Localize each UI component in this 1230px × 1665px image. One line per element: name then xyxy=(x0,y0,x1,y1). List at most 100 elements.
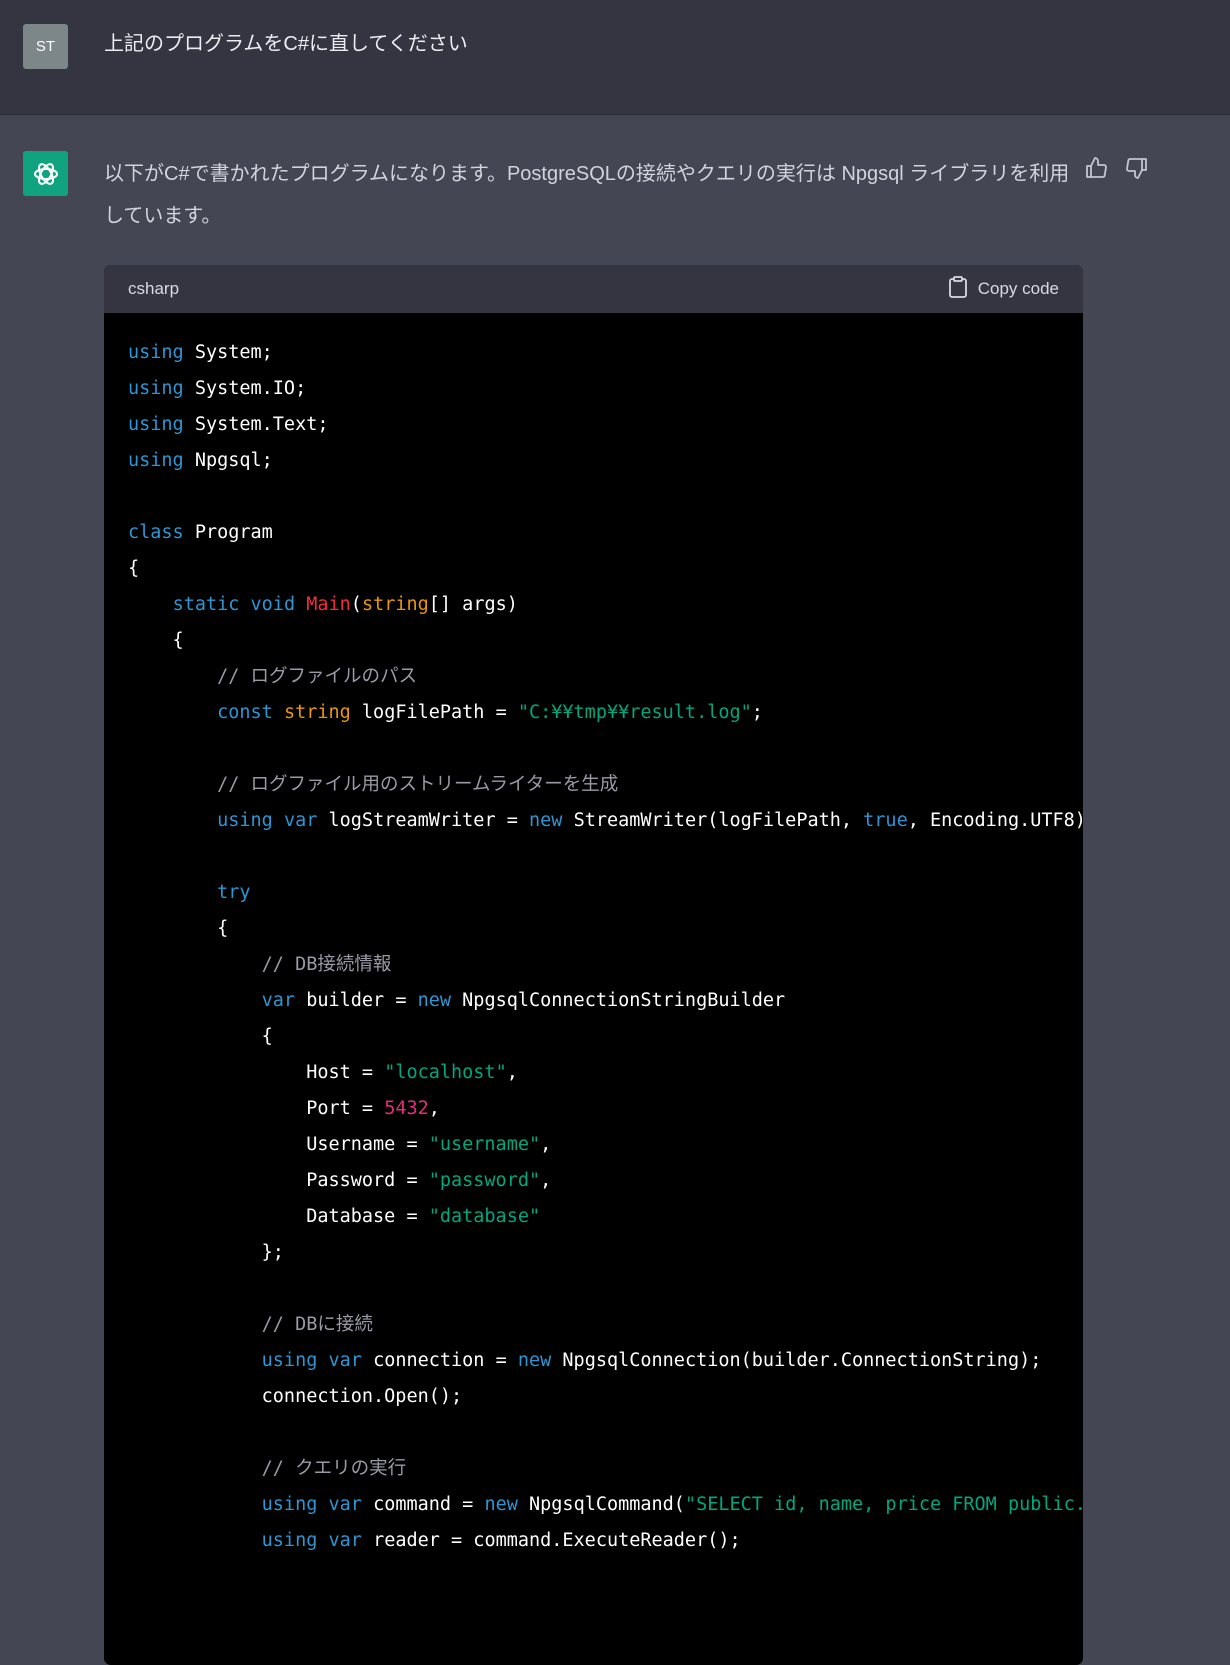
code-line: using System.Text; xyxy=(128,407,1083,443)
code-token: [] args) xyxy=(428,594,518,615)
user-message-row: ST 上記のプログラムをC#に直してください xyxy=(0,0,1230,115)
code-line: // DB接続情報 xyxy=(128,947,1083,983)
code-token: "database" xyxy=(428,1206,541,1227)
code-line: static void Main(string[] args) xyxy=(128,587,1083,623)
code-token: System.IO; xyxy=(194,378,307,399)
user-message-text: 上記のプログラムをC#に直してください xyxy=(104,33,468,55)
user-avatar: ST xyxy=(23,24,68,69)
code-token: new xyxy=(529,810,574,831)
code-token: StreamWriter(logFilePath, xyxy=(573,810,864,831)
code-token: "username" xyxy=(428,1134,541,1155)
code-line: Port = 5432, xyxy=(128,1091,1083,1127)
code-line: Host = "localhost", xyxy=(128,1055,1083,1091)
code-token: using xyxy=(261,1350,318,1371)
code-token: Main xyxy=(306,594,351,615)
code-token: ; xyxy=(751,702,763,723)
code-token: // ログファイル用のストリームライターを生成 xyxy=(128,774,619,795)
code-token: var xyxy=(328,1530,374,1551)
code-language-label: csharp xyxy=(128,279,180,298)
thumbs-down-icon[interactable] xyxy=(1124,155,1150,181)
code-token: string xyxy=(283,702,362,723)
code-token: , xyxy=(540,1170,552,1191)
code-line: { xyxy=(128,911,1083,947)
code-token: NpgsqlCommand( xyxy=(529,1494,685,1515)
code-token: using xyxy=(261,1530,318,1551)
code-token: Password = xyxy=(128,1170,429,1191)
code-line: // DBに接続 xyxy=(128,1307,1083,1343)
code-token: // クエリの実行 xyxy=(128,1458,407,1479)
code-line: class Program xyxy=(128,515,1083,551)
code-token: }; xyxy=(128,1242,284,1263)
code-line: var builder = new NpgsqlConnectionString… xyxy=(128,983,1083,1019)
code-token: true xyxy=(863,810,908,831)
thumbs-up-icon[interactable] xyxy=(1083,155,1109,181)
code-line: { xyxy=(128,623,1083,659)
code-token: var xyxy=(261,990,307,1011)
code-line: Password = "password", xyxy=(128,1163,1083,1199)
code-token: try xyxy=(217,882,251,903)
code-token: logStreamWriter = xyxy=(328,810,529,831)
code-token: void xyxy=(250,594,296,615)
code-line: Username = "username", xyxy=(128,1127,1083,1163)
code-token: ( xyxy=(350,594,362,615)
code-token: , xyxy=(540,1134,552,1155)
code-token: var xyxy=(328,1494,374,1515)
code-token: "C:¥¥tmp¥¥result.log" xyxy=(517,702,752,723)
code-token: logFilePath = xyxy=(361,702,518,723)
code-line: // クエリの実行 xyxy=(128,1451,1083,1487)
code-block: csharp Copy code using System; using Syst… xyxy=(104,265,1083,1665)
code-token: , Encoding.UTF8); xyxy=(907,810,1083,831)
code-token: "SELECT id, name, price FROM public.s xyxy=(684,1494,1083,1515)
code-token: class xyxy=(128,522,195,543)
code-token: NpgsqlConnection(builder.ConnectionStrin… xyxy=(562,1350,1042,1371)
code-token: builder = xyxy=(306,990,418,1011)
code-token: Port = xyxy=(128,1098,385,1119)
code-token: new xyxy=(484,1494,530,1515)
code-token: "password" xyxy=(428,1170,541,1191)
code-token: Npgsql; xyxy=(194,450,273,471)
code-token: // ログファイルのパス xyxy=(128,666,418,687)
assistant-message-row: 以下がC#で書かれたプログラムになります。PostgreSQLの接続やクエリの実… xyxy=(0,115,1230,1665)
code-line: connection.Open(); xyxy=(128,1379,1083,1415)
copy-code-button[interactable]: Copy code xyxy=(948,275,1059,303)
code-line: }; xyxy=(128,1235,1083,1271)
openai-logo-icon xyxy=(23,151,68,196)
code-token: // DB接続情報 xyxy=(128,954,392,975)
code-token: const xyxy=(217,702,273,723)
code-token: connection.Open(); xyxy=(128,1386,463,1407)
code-token: , xyxy=(506,1062,518,1083)
code-token: using xyxy=(128,378,195,399)
code-token: new xyxy=(417,990,463,1011)
code-line: // ログファイル用のストリームライターを生成 xyxy=(128,767,1083,803)
copy-code-label: Copy code xyxy=(977,279,1059,298)
code-token: , xyxy=(428,1098,440,1119)
code-token: command = xyxy=(373,1494,485,1515)
code-token: "localhost" xyxy=(384,1062,507,1083)
code-token: var xyxy=(283,810,329,831)
clipboard-icon xyxy=(948,275,968,303)
code-token: NpgsqlConnectionStringBuilder xyxy=(462,990,786,1011)
code-token: static xyxy=(172,594,240,615)
code-token: var xyxy=(328,1350,374,1371)
code-line: Database = "database" xyxy=(128,1199,1083,1235)
code-token: reader = command.ExecuteReader(); xyxy=(373,1530,741,1551)
code-token: Host = xyxy=(128,1062,385,1083)
code-token: using xyxy=(128,342,195,363)
